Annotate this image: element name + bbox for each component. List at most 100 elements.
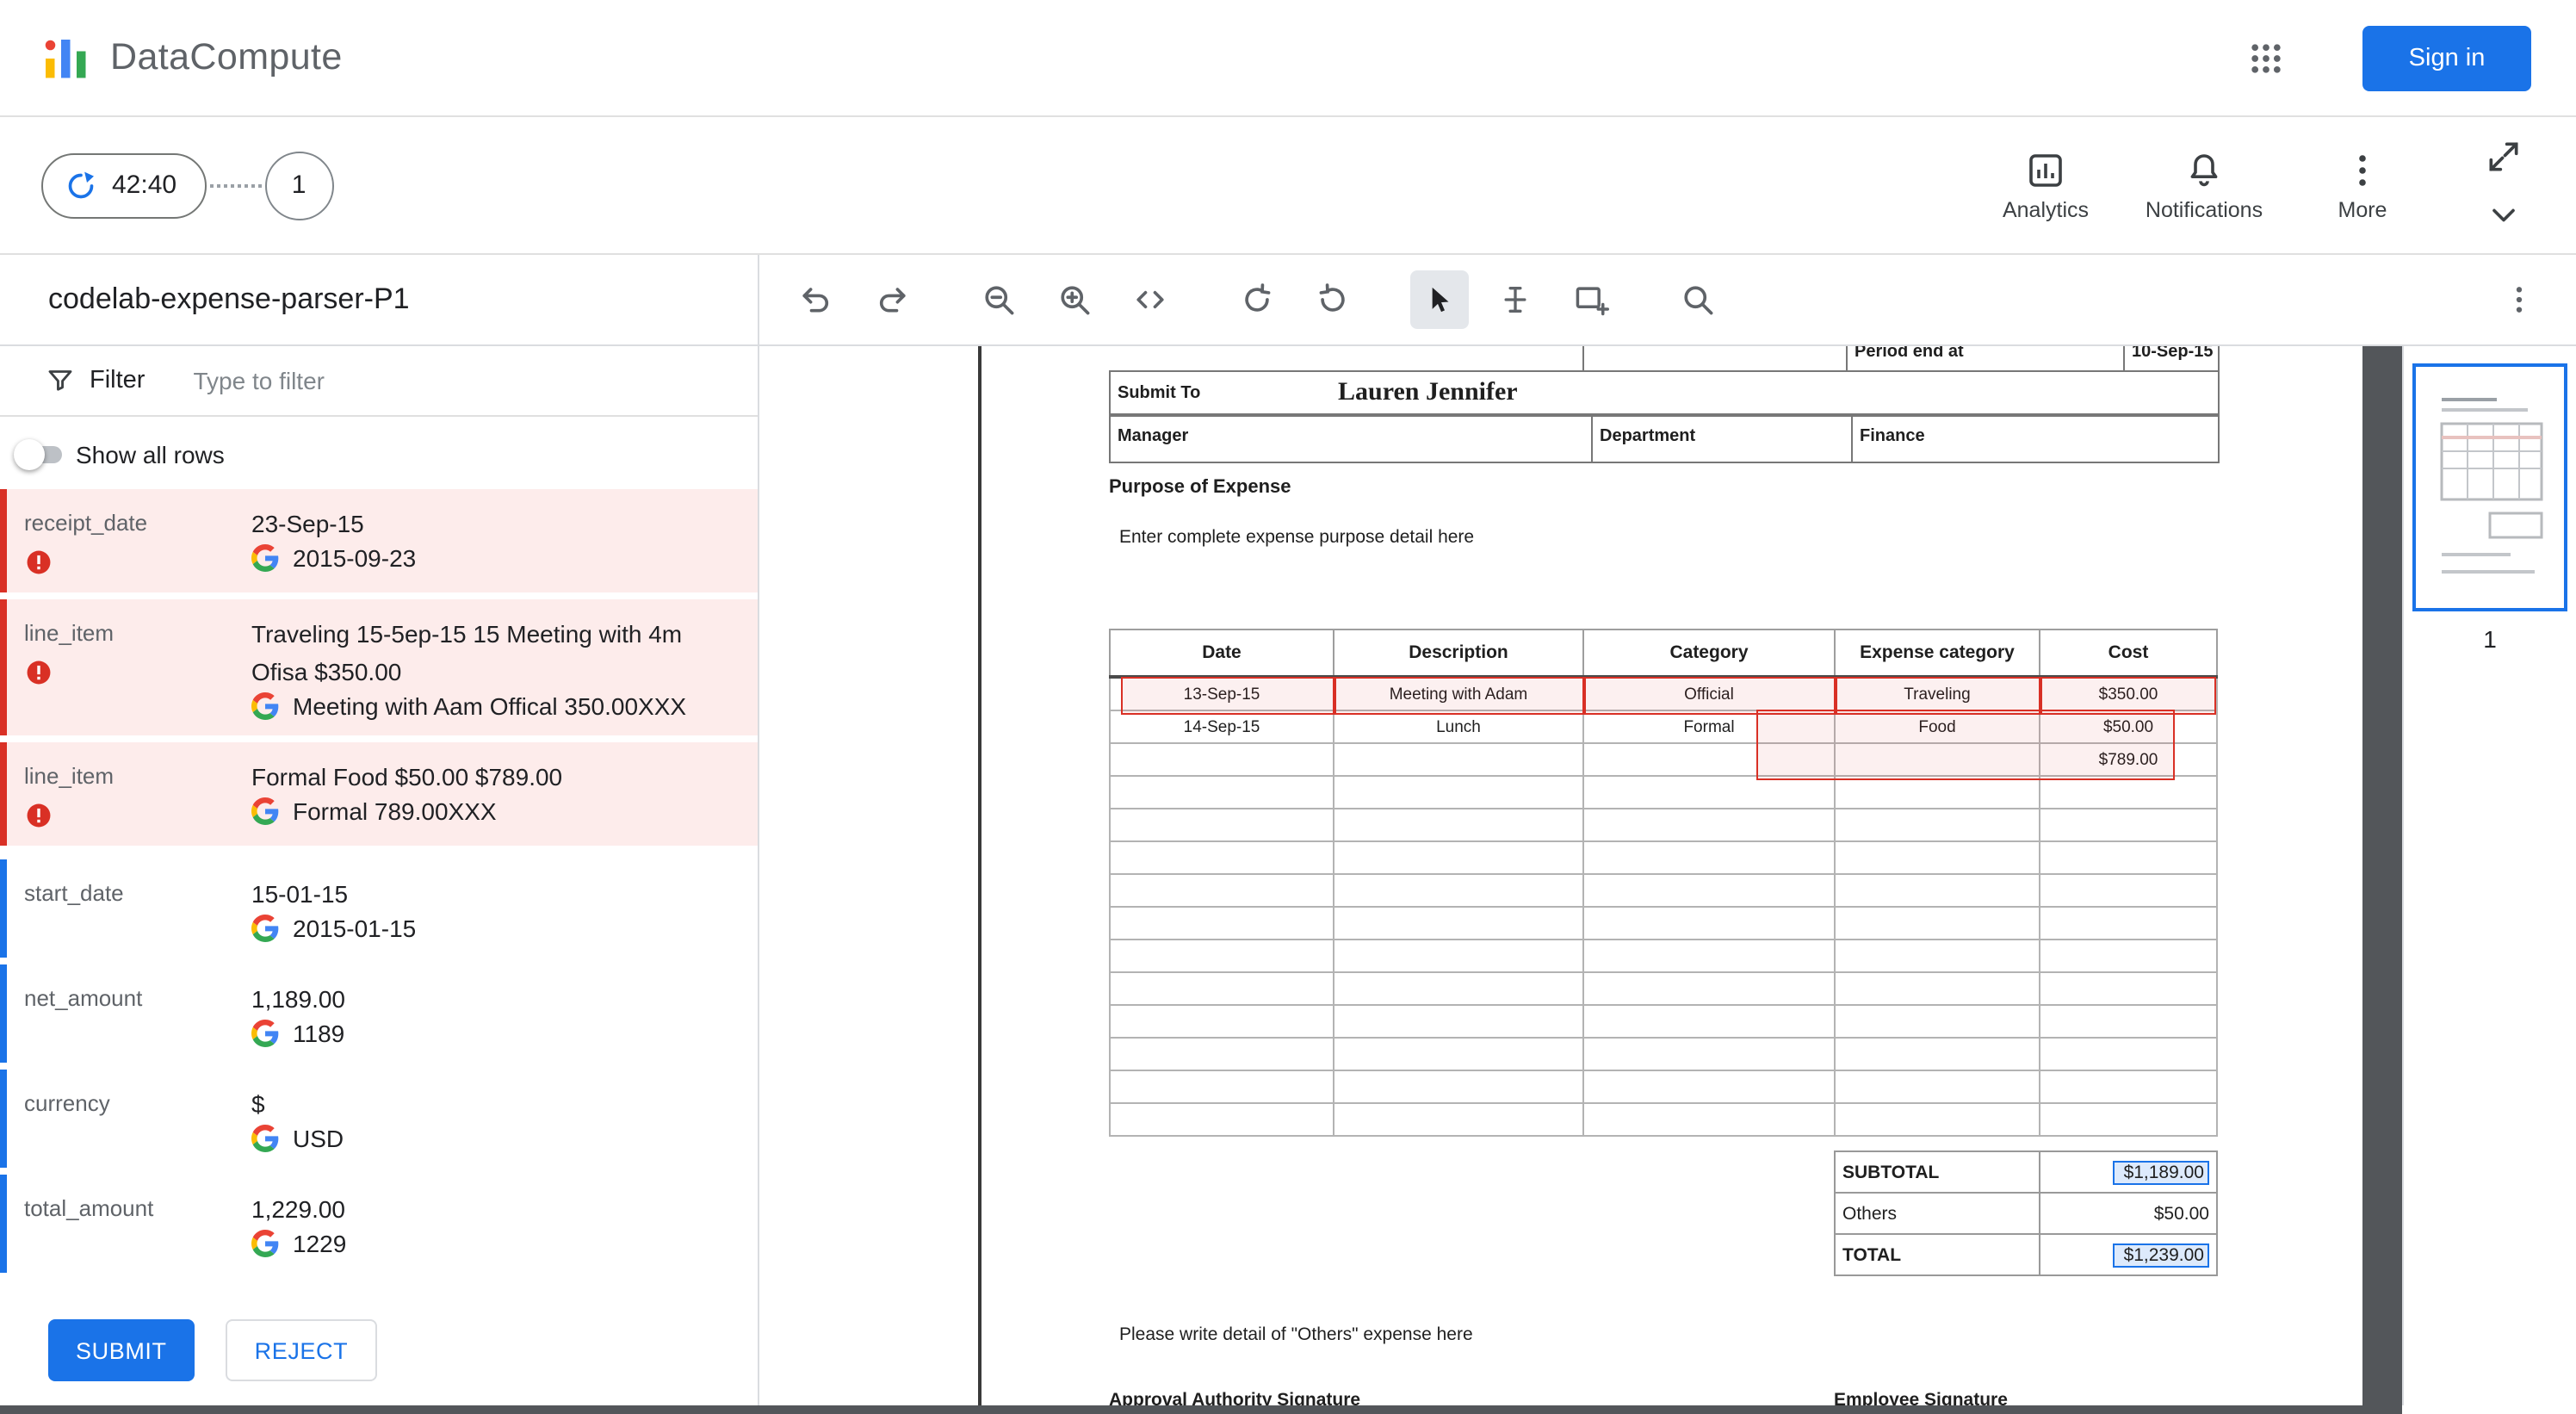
annotation-box-blue: $1,189.00 — [2113, 1160, 2209, 1184]
error-icon — [24, 548, 53, 577]
document-page: Period end at 10-Sep-15 Submit To Lauren… — [759, 346, 2362, 1405]
top-header: DataCompute Sign in — [0, 0, 2576, 117]
field-name: line_item — [24, 763, 115, 789]
field-row-receipt-date[interactable]: receipt_date 23-Sep-15 2015-09-23 — [0, 489, 758, 592]
submit-to-row: Submit To Lauren Jennifer — [1109, 370, 2220, 417]
bottom-strip — [0, 1405, 2576, 1414]
undo-icon[interactable] — [787, 270, 845, 329]
document-title: codelab-expense-parser-P1 — [48, 282, 410, 315]
field-name: receipt_date — [24, 510, 148, 536]
more-button[interactable]: More — [2283, 149, 2442, 221]
thumbnail-panel: 1 — [2402, 346, 2576, 1405]
notifications-button[interactable]: Notifications — [2125, 149, 2283, 221]
google-g-icon — [251, 692, 279, 720]
field-normalized-value: Formal 789.00XXX — [293, 797, 497, 825]
field-value: Traveling 15-5ep-15 15 Meeting with 4m O… — [251, 620, 683, 685]
sign-in-button[interactable]: Sign in — [2362, 25, 2531, 90]
analytics-button[interactable]: Analytics — [1966, 149, 2125, 221]
field-normalized-value: 1229 — [293, 1230, 347, 1257]
submit-to-value: Lauren Jennifer — [1338, 379, 1518, 406]
google-g-icon — [251, 544, 279, 572]
analytics-icon — [2025, 149, 2066, 190]
add-bounding-box-icon[interactable] — [1562, 270, 1620, 329]
brand-name: DataCompute — [110, 36, 343, 78]
col-header-description: Description — [1333, 629, 1584, 679]
reject-button[interactable]: REJECT — [225, 1319, 378, 1381]
field-name: line_item — [24, 620, 115, 646]
expense-table: Date Description Category Expense catego… — [1109, 629, 2218, 1137]
field-name: currency — [24, 1090, 110, 1116]
filter-label: Filter — [90, 367, 146, 394]
text-select-tool-icon[interactable] — [1486, 270, 1545, 329]
google-g-icon — [251, 1230, 279, 1257]
submit-button[interactable]: SUBMIT — [48, 1319, 195, 1381]
overflow-menu-icon[interactable] — [2490, 270, 2548, 329]
table-row: 14-Sep-15 Lunch Formal Food $50.00 — [1109, 710, 2218, 744]
search-icon[interactable] — [1669, 270, 1727, 329]
summary-row: Others $50.00 — [1834, 1192, 2218, 1235]
field-row-currency[interactable]: currency $ USD — [0, 1070, 758, 1168]
code-view-icon[interactable] — [1121, 270, 1180, 329]
show-all-rows-label: Show all rows — [76, 441, 225, 468]
google-g-icon — [251, 797, 279, 825]
document-bar: codelab-expense-parser-P1 — [0, 255, 2576, 346]
period-label: Period end at — [1846, 346, 2123, 370]
purpose-label: Purpose of Expense — [1109, 477, 1291, 498]
field-row-line-item-2[interactable]: line_item Formal Food $50.00 $789.00 For… — [0, 742, 758, 846]
thumbnail-page-number: 1 — [2483, 625, 2497, 653]
col-header-expense-category: Expense category — [1834, 629, 2040, 679]
step-indicator[interactable]: 1 — [264, 151, 334, 220]
field-value: 1,229.00 — [251, 1195, 345, 1223]
fields-panel: Filter Show all rows receipt_date — [0, 346, 759, 1405]
summary-table: SUBTOTAL $1,189.00 Others $50.00 TOTAL $… — [1834, 1150, 2218, 1276]
datacompute-logo-icon — [41, 32, 93, 84]
scan-edge-line — [978, 346, 981, 1405]
rotate-right-icon[interactable] — [1303, 270, 1362, 329]
table-row: $789.00 — [1109, 742, 2218, 777]
analytics-label: Analytics — [2002, 197, 2090, 221]
page-thumbnail[interactable] — [2412, 363, 2567, 611]
filter-input[interactable] — [189, 365, 542, 396]
field-row-start-date[interactable]: start_date 15-01-15 2015-01-15 — [0, 859, 758, 958]
filter-icon — [45, 365, 76, 396]
field-value: 15-01-15 — [251, 880, 349, 908]
apps-grid-icon[interactable] — [2232, 23, 2300, 92]
app-window: DataCompute Sign in 42:40 1 Analytics No… — [0, 0, 2576, 1414]
field-normalized-value: 1189 — [293, 1020, 345, 1047]
show-all-rows-toggle[interactable] — [14, 439, 65, 470]
notifications-label: Notifications — [2145, 197, 2263, 221]
purpose-hint: Enter complete expense purpose detail he… — [1119, 527, 1475, 548]
document-viewer[interactable]: Period end at 10-Sep-15 Submit To Lauren… — [759, 346, 2402, 1405]
table-row: 13-Sep-15 Meeting with Adam Official Trave… — [1109, 676, 2218, 711]
step-connector — [209, 183, 262, 187]
select-tool-icon[interactable] — [1410, 270, 1469, 329]
field-name: total_amount — [24, 1195, 154, 1221]
summary-row: TOTAL $1,239.00 — [1834, 1233, 2218, 1276]
field-row-net-amount[interactable]: net_amount 1,189.00 1189 — [0, 964, 758, 1063]
timer-value: 42:40 — [112, 171, 177, 200]
zoom-in-icon[interactable] — [1045, 270, 1104, 329]
field-value: $ — [251, 1090, 265, 1118]
field-row-line-item-1[interactable]: line_item Traveling 15-5ep-15 15 Meeting… — [0, 599, 758, 735]
field-value: 23-Sep-15 — [251, 510, 364, 537]
approval-signature-label: Approval Authority Signature — [1109, 1390, 1361, 1405]
timer-pill[interactable]: 42:40 — [41, 152, 207, 218]
google-g-icon — [251, 1020, 279, 1047]
submit-to-label: Submit To — [1118, 384, 1201, 403]
more-vert-icon — [2342, 149, 2383, 190]
department-label: Department — [1591, 415, 1851, 462]
field-normalized-value: USD — [293, 1125, 344, 1152]
department-value: Finance — [1851, 415, 2218, 462]
manager-label: Manager — [1118, 427, 1189, 446]
error-icon — [24, 801, 53, 830]
col-header-date: Date — [1109, 629, 1334, 679]
col-header-cost: Cost — [2039, 629, 2218, 679]
collapse-chevron-icon[interactable] — [2485, 195, 2523, 233]
redo-icon[interactable] — [863, 270, 921, 329]
field-row-total-amount[interactable]: total_amount 1,229.00 1229 — [0, 1175, 758, 1273]
rotate-left-icon[interactable] — [1228, 270, 1286, 329]
more-label: More — [2338, 197, 2387, 221]
employee-signature-label: Employee Signature — [1834, 1390, 2008, 1405]
expand-icon[interactable] — [2485, 137, 2523, 175]
zoom-out-icon[interactable] — [969, 270, 1028, 329]
